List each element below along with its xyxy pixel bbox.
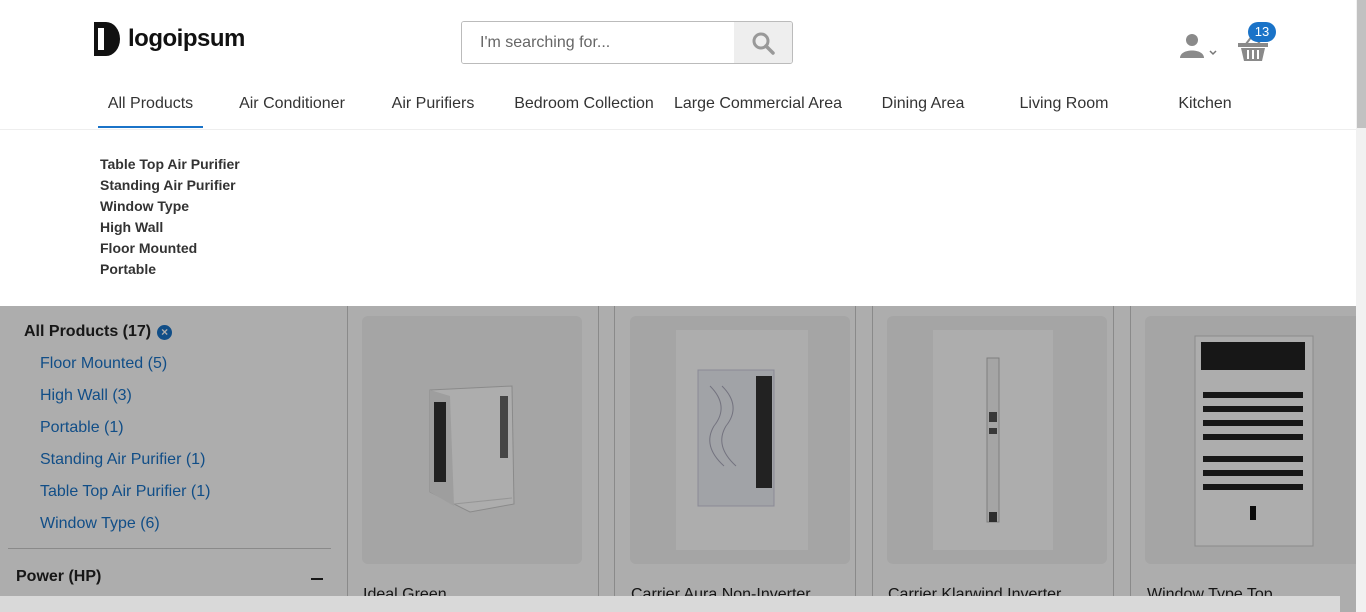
cart-count-badge: 13 xyxy=(1248,22,1276,42)
subcategory-link[interactable]: Table Top Air Purifier xyxy=(100,156,240,177)
logo-text: logoipsum xyxy=(128,25,245,52)
all-products-dropdown: Table Top Air Purifier Standing Air Puri… xyxy=(0,130,1356,306)
nav-bedroom-collection[interactable]: Bedroom Collection xyxy=(510,80,658,128)
subcategory-link[interactable]: Standing Air Purifier xyxy=(100,177,240,198)
subcategory-link[interactable]: Floor Mounted xyxy=(100,240,240,261)
main-nav: All Products Air Conditioner Air Purifie… xyxy=(0,80,1356,130)
subcategory-link[interactable]: High Wall xyxy=(100,219,240,240)
nav-large-commercial-area[interactable]: Large Commercial Area xyxy=(670,80,846,128)
subcategory-list: Table Top Air Purifier Standing Air Puri… xyxy=(100,156,240,282)
search-icon xyxy=(752,32,775,55)
modal-backdrop[interactable] xyxy=(0,306,1356,612)
logo-mark-icon xyxy=(94,22,120,56)
site-header: logoipsum 13 All xyxy=(0,0,1356,130)
nav-kitchen[interactable]: Kitchen xyxy=(1172,80,1238,128)
nav-dining-area[interactable]: Dining Area xyxy=(876,80,970,128)
vertical-scrollbar[interactable] xyxy=(1356,0,1366,612)
subcategory-link[interactable]: Window Type xyxy=(100,198,240,219)
user-icon xyxy=(1180,34,1204,58)
search-button[interactable] xyxy=(734,22,792,63)
logo[interactable]: logoipsum xyxy=(92,20,245,58)
cart-button[interactable]: 13 xyxy=(1238,22,1278,62)
account-menu[interactable] xyxy=(1180,32,1218,58)
nav-all-products[interactable]: All Products xyxy=(98,80,203,128)
horizontal-scrollbar[interactable] xyxy=(0,596,1340,612)
search-bar xyxy=(461,21,793,64)
nav-living-room[interactable]: Living Room xyxy=(1014,80,1114,128)
subcategory-link[interactable]: Portable xyxy=(100,261,240,282)
chevron-down-icon xyxy=(1209,50,1217,56)
nav-air-conditioner[interactable]: Air Conditioner xyxy=(234,80,350,128)
scrollbar-thumb[interactable] xyxy=(1357,0,1366,128)
nav-air-purifiers[interactable]: Air Purifiers xyxy=(386,80,480,128)
search-input[interactable] xyxy=(462,22,734,63)
